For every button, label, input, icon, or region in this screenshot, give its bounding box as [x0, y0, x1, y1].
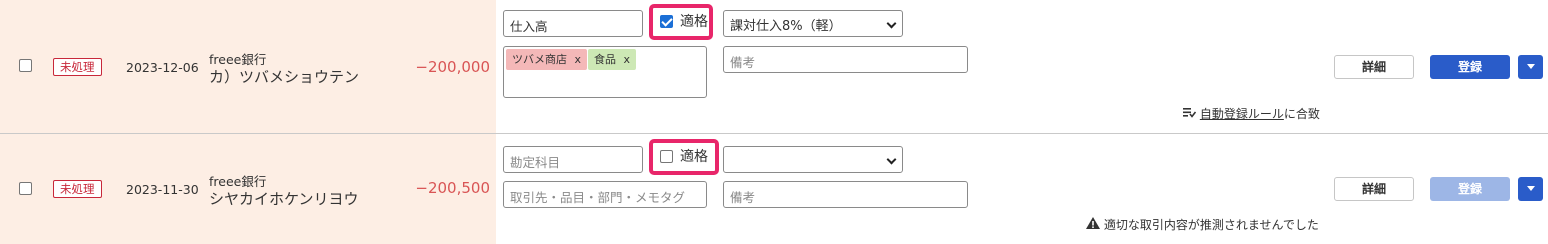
chevron-down-icon — [886, 154, 897, 165]
register-button[interactable]: 登録 — [1430, 177, 1510, 201]
tag-remove[interactable]: x — [575, 53, 582, 66]
tag-chip[interactable]: 食品 x — [588, 49, 637, 70]
memo-field[interactable]: 備考 — [723, 181, 968, 208]
qualified-invoice-label: 適格 — [680, 149, 708, 165]
no-prediction-note: 適切な取引内容が推測されませんでした — [1086, 216, 1319, 233]
tax-category-value: 課対仕入8%（軽） — [730, 19, 842, 34]
status-badge: 未処理 — [53, 58, 102, 76]
detail-button[interactable]: 詳細 — [1334, 55, 1414, 79]
transaction-date: 2023-12-06 — [126, 60, 199, 75]
transaction-row: 未処理 2023-11-30 freee銀行 シヤカイホケンリヨウ −200,5… — [0, 134, 1548, 244]
tags-field[interactable]: ツバメ商店 x 食品 x — [503, 46, 707, 98]
tag-label: ツバメ商店 — [512, 53, 567, 66]
register-dropdown-button[interactable] — [1518, 55, 1543, 79]
account-field[interactable]: 仕入高 — [503, 10, 643, 37]
row-select-checkbox[interactable] — [19, 182, 32, 195]
register-dropdown-button[interactable] — [1518, 177, 1543, 201]
qualified-invoice-checkbox[interactable] — [660, 150, 673, 163]
row-select-checkbox[interactable] — [19, 59, 32, 72]
register-button[interactable]: 登録 — [1430, 55, 1510, 79]
warning-icon — [1086, 217, 1104, 232]
qualified-invoice-checkbox-highlight[interactable]: 適格 — [649, 4, 713, 40]
tags-field[interactable]: 取引先・品目・部門・メモタグ — [503, 181, 707, 208]
chevron-down-icon — [886, 18, 897, 29]
rule-icon — [1183, 107, 1200, 121]
auto-rule-link[interactable]: 自動登録ルール — [1200, 107, 1284, 121]
transaction-row: 未処理 2023-12-06 freee銀行 カ）ツバメショウテン −200,0… — [0, 0, 1548, 134]
payee-name: カ）ツバメショウテン — [209, 68, 360, 86]
amount: −200,500 — [415, 179, 490, 197]
rule-match-suffix: に合致 — [1283, 107, 1320, 121]
tag-label: 食品 — [594, 53, 616, 66]
no-prediction-text: 適切な取引内容が推測されませんでした — [1103, 218, 1319, 232]
rule-match-note: 自動登録ルールに合致 — [1183, 105, 1320, 122]
memo-field[interactable]: 備考 — [723, 46, 968, 73]
status-badge: 未処理 — [53, 180, 102, 198]
tag-chip[interactable]: ツバメ商店 x — [506, 49, 588, 70]
tag-remove[interactable]: x — [624, 53, 631, 66]
qualified-invoice-label: 適格 — [680, 14, 708, 30]
tax-category-select[interactable]: 課対仕入8%（軽） — [723, 10, 903, 37]
payee-name: シヤカイホケンリヨウ — [209, 190, 359, 208]
account-field[interactable]: 勘定科目 — [503, 146, 643, 173]
transaction-date: 2023-11-30 — [126, 182, 199, 197]
qualified-invoice-checkbox[interactable] — [660, 15, 673, 28]
amount: −200,000 — [415, 58, 490, 76]
tax-category-select[interactable] — [723, 146, 903, 173]
detail-button[interactable]: 詳細 — [1334, 177, 1414, 201]
qualified-invoice-checkbox-highlight[interactable]: 適格 — [649, 139, 719, 175]
